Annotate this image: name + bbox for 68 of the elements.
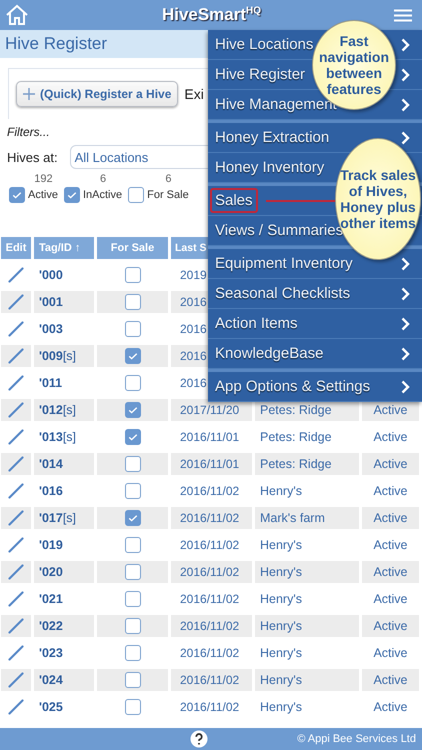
table-cell-text: '000	[38, 267, 64, 284]
table-cell-text: Henry's	[259, 483, 303, 500]
table-cell: Henry's	[255, 561, 359, 583]
location-label: Hives at:	[7, 150, 58, 164]
filter-count: 6	[100, 173, 106, 185]
table-cell-text: Active	[372, 429, 409, 446]
table-cell-text: 2016/11/02	[179, 483, 240, 500]
table-cell: 2016/11/01	[171, 453, 252, 475]
table-cell-text: '013[s]	[38, 429, 78, 446]
table-cell-text: '016	[38, 483, 64, 500]
table-cell: '014	[34, 453, 94, 475]
table-cell: '020	[34, 561, 94, 583]
table-cell-text: Henry's	[259, 699, 303, 716]
filter-label: Active	[28, 189, 58, 201]
card-text: Exi	[184, 86, 204, 102]
table-cell: Active	[362, 507, 419, 529]
table-cell-text: '023	[38, 645, 64, 662]
table-cell-text: Henry's	[259, 591, 303, 608]
table-cell-text: Active	[372, 645, 409, 662]
filters-label: Filters...	[7, 125, 50, 139]
table-cell: 2016/11/02	[171, 615, 252, 637]
filter-count: 6	[165, 173, 172, 185]
table-cell: '009[s]	[34, 345, 94, 367]
table-cell: 2016/11/02	[171, 669, 252, 691]
table-cell: 2017/11/20	[171, 399, 252, 421]
table-cell: '001	[34, 291, 94, 313]
table-cell: Mark's farm	[255, 507, 359, 529]
table-cell-text: '003	[38, 321, 64, 338]
table-cell-text: 2016	[179, 321, 208, 338]
table-cell: '012[s]	[34, 399, 94, 421]
table-cell: Active	[362, 669, 419, 691]
filter-label: For Sale	[147, 189, 189, 201]
table-cell: '022	[34, 615, 94, 637]
table-cell-text: Active	[372, 483, 409, 500]
table-cell-text: '011	[38, 375, 64, 392]
page-title: Hive Register	[5, 34, 108, 54]
table-cell: Active	[362, 453, 419, 475]
table-cell-text: 2016/11/02	[179, 645, 240, 662]
table-cell: Henry's	[255, 669, 359, 691]
table-cell: 2016	[171, 345, 208, 367]
table-cell-text: Henry's	[259, 645, 303, 662]
table-cell-text: 2016	[179, 375, 208, 392]
table-cell-text: Active	[372, 537, 409, 554]
filter-count: 192	[34, 173, 53, 185]
table-cell-text: 2016/11/02	[179, 591, 240, 608]
table-cell: Petes: Ridge	[255, 453, 359, 475]
table-cell-text: 2016/11/02	[179, 537, 240, 554]
table-cell: 2016/11/02	[171, 507, 252, 529]
table-cell: Active	[362, 615, 419, 637]
table-cell-text: Active	[372, 591, 409, 608]
table-cell-text: Petes: Ridge	[259, 429, 333, 446]
app-title: HiveSmart$^{HQ}$	[162, 5, 262, 25]
table-cell: '024	[34, 669, 94, 691]
table-cell-text: 2019	[179, 267, 208, 284]
table-cell-text: Henry's	[259, 537, 303, 554]
table-cell-text: '021	[38, 591, 64, 608]
filter-label: InActive	[82, 189, 122, 201]
table-cell: Active	[362, 561, 419, 583]
table-cell: '017[s]	[34, 507, 94, 529]
table-cell-text: '025	[38, 699, 64, 716]
table-cell: 2016/11/02	[171, 561, 252, 583]
table-cell-text: '019	[38, 537, 64, 554]
copyright-text: © Appi Bee Services Ltd	[297, 733, 416, 745]
table-cell: 2016	[171, 291, 208, 313]
table-cell: Henry's	[255, 615, 359, 637]
table-cell-text: 2016/11/01	[179, 429, 240, 446]
table-cell-text: 2016/11/02	[179, 699, 240, 716]
table-cell-text: Active	[372, 699, 409, 716]
